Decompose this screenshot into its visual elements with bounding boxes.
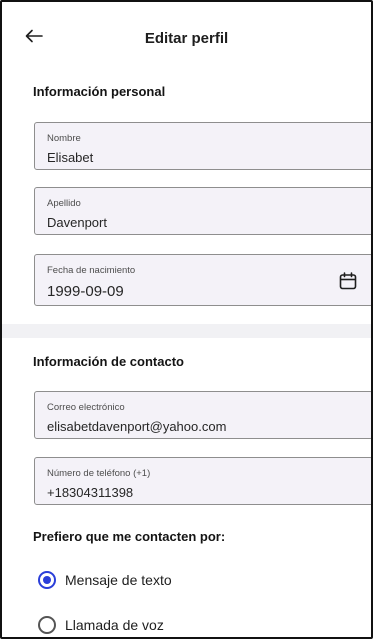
birth-date-label: Fecha de nacimiento	[47, 265, 136, 276]
personal-info-heading: Información personal	[33, 84, 166, 99]
birth-date-field[interactable]: Fecha de nacimiento 1999-09-09	[34, 254, 371, 306]
page-title: Editar perfil	[144, 30, 229, 47]
phone-value: +18304311398	[47, 485, 134, 500]
first-name-value: Elisabet	[47, 150, 94, 165]
last-name-field[interactable]: Apellido Davenport	[34, 187, 371, 235]
phone-label: Número de teléfono (+1)	[47, 468, 151, 479]
radio-option-text-message[interactable]: Mensaje de texto	[38, 571, 172, 589]
app-header: Editar perfil	[2, 2, 371, 76]
screen: Editar perfil Información personal Nombr…	[0, 0, 373, 639]
section-divider	[2, 324, 371, 338]
radio-label-text-message: Mensaje de texto	[65, 572, 172, 588]
first-name-field[interactable]: Nombre Elisabet	[34, 122, 371, 170]
email-label: Correo electrónico	[47, 402, 125, 413]
last-name-label: Apellido	[47, 198, 81, 209]
contact-info-heading: Información de contacto	[33, 354, 184, 369]
radio-option-voice-call[interactable]: Llamada de voz	[38, 616, 164, 634]
email-value: elisabetdavenport@yahoo.com	[47, 419, 227, 434]
last-name-value: Davenport	[47, 215, 107, 230]
radio-button-unselected[interactable]	[38, 616, 56, 634]
radio-label-voice-call: Llamada de voz	[65, 617, 164, 633]
first-name-label: Nombre	[47, 133, 81, 144]
email-field[interactable]: Correo electrónico elisabetdavenport@yah…	[34, 391, 371, 439]
radio-button-selected[interactable]	[38, 571, 56, 589]
phone-field[interactable]: Número de teléfono (+1) +18304311398	[34, 457, 371, 505]
birth-date-value: 1999-09-09	[47, 283, 124, 300]
contact-preference-heading: Prefiero que me contacten por:	[33, 529, 226, 544]
calendar-icon[interactable]	[338, 271, 358, 291]
